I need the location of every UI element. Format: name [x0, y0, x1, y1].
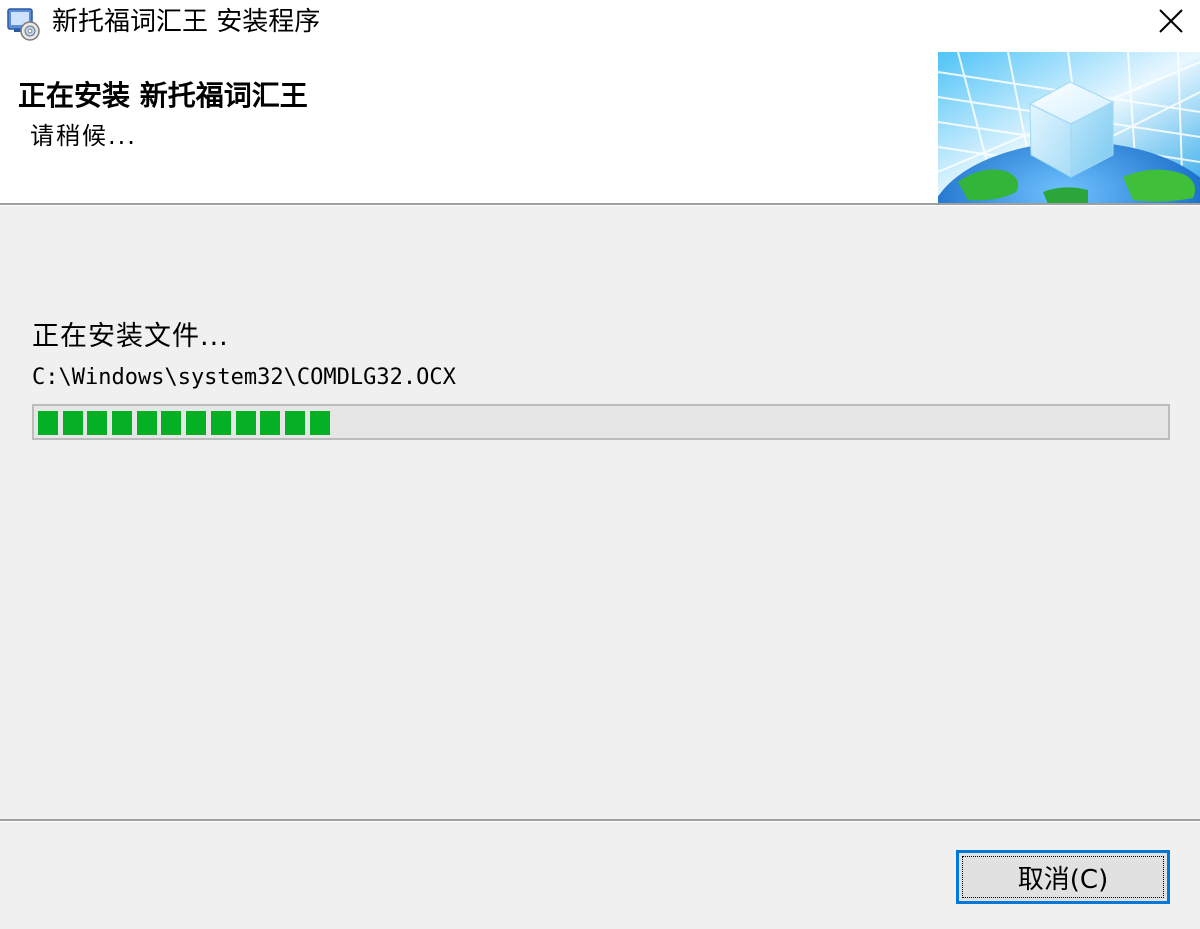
progress-block [38, 411, 58, 435]
progress-block [284, 411, 305, 435]
install-progress-bar [32, 404, 1170, 440]
progress-block [186, 411, 207, 435]
header-subtitle: 请稍候... [30, 122, 137, 150]
progress-block [62, 411, 83, 435]
window-title: 新托福词汇王 安装程序 [52, 7, 321, 37]
installer-window: 新托福词汇王 安装程序 正在安装 新托福词汇王 请稍候... 正在安装文件...… [0, 0, 1200, 929]
header-separator [0, 203, 1200, 206]
close-button[interactable] [1142, 0, 1200, 46]
cancel-button[interactable]: 取消(C) [956, 850, 1170, 904]
progress-block [309, 411, 330, 435]
progress-block [235, 411, 256, 435]
title-bar[interactable]: 新托福词汇王 安装程序 [0, 0, 1200, 52]
footer-separator [0, 819, 1200, 822]
cancel-button-label: 取消(C) [1017, 864, 1109, 895]
header-title: 正在安装 新托福词汇王 [18, 79, 308, 112]
progress-block [87, 411, 108, 435]
progress-block [161, 411, 182, 435]
progress-block [210, 411, 231, 435]
progress-block [136, 411, 157, 435]
progress-fill [38, 411, 334, 435]
progress-block [260, 411, 281, 435]
progress-block [112, 411, 133, 435]
close-icon [1158, 8, 1184, 38]
status-label: 正在安装文件... [32, 321, 229, 352]
installer-disc-icon [6, 6, 42, 42]
globe-cube-banner [938, 52, 1200, 204]
header-panel: 正在安装 新托福词汇王 请稍候... [0, 52, 1200, 204]
current-file-path: C:\Windows\system32\COMDLG32.OCX [32, 365, 456, 390]
